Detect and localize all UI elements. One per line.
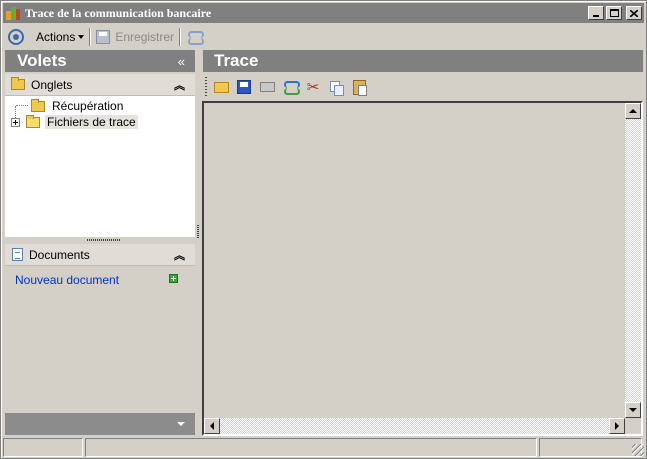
- copy-button[interactable]: [327, 78, 345, 96]
- arrow-down-icon: [629, 408, 637, 412]
- print-button[interactable]: [258, 78, 276, 96]
- folder-icon: [11, 77, 25, 90]
- paste-icon: [352, 79, 367, 96]
- left-pane-footer[interactable]: [5, 413, 195, 435]
- cut-icon: ✂: [306, 78, 320, 96]
- scroll-up-button[interactable]: [625, 103, 641, 119]
- app-icon: [5, 5, 21, 21]
- cut-button[interactable]: ✂: [304, 78, 322, 96]
- left-pane-title: Volets: [17, 51, 67, 70]
- main-toolbar: Actions Enregistrer: [3, 25, 644, 48]
- save-button[interactable]: Enregistrer: [96, 29, 175, 44]
- app-window: Trace de la communication bancaire Actio…: [0, 0, 647, 459]
- vertical-splitter[interactable]: [197, 225, 199, 239]
- arrow-left-icon: [210, 422, 214, 430]
- scroll-left-button[interactable]: [204, 418, 220, 434]
- folder-icon: [31, 98, 45, 112]
- add-document-icon[interactable]: [169, 274, 178, 283]
- vertical-scrollbar[interactable]: [625, 103, 641, 418]
- app-menu-icon[interactable]: [8, 28, 24, 45]
- minimize-button[interactable]: [588, 6, 604, 20]
- arrow-right-icon: [615, 422, 619, 430]
- maximize-icon: [609, 9, 619, 17]
- scrollbar-corner: [625, 418, 641, 434]
- status-cell: [85, 438, 537, 457]
- documents-body: Nouveau document: [5, 268, 195, 411]
- right-pane-title: Trace: [214, 51, 259, 70]
- actions-menu-label: Actions: [36, 29, 76, 44]
- resize-grip[interactable]: [632, 444, 644, 456]
- tree-item-label: Récupération: [52, 99, 124, 113]
- window-title: Trace de la communication bancaire: [25, 5, 212, 20]
- tree-item-fichiers-de-trace[interactable]: Fichiers de trace: [11, 114, 138, 130]
- actions-menu-button[interactable]: Actions: [36, 29, 85, 44]
- chevron-down-icon: [78, 34, 85, 39]
- copy-icon: [330, 80, 344, 96]
- collapse-group-icon[interactable]: ︽: [174, 77, 185, 93]
- collapse-pane-icon[interactable]: «: [178, 54, 185, 69]
- refresh-button[interactable]: [281, 78, 300, 96]
- chevron-down-icon[interactable]: [177, 422, 185, 426]
- horizontal-splitter[interactable]: [5, 237, 195, 243]
- expand-icon[interactable]: [11, 117, 20, 127]
- title-bar[interactable]: Trace de la communication bancaire: [3, 3, 644, 23]
- onglets-label: Onglets: [31, 77, 73, 92]
- paste-button[interactable]: [350, 78, 368, 96]
- close-button[interactable]: [626, 6, 642, 20]
- open-button[interactable]: [212, 78, 230, 96]
- status-bar: [3, 438, 644, 457]
- open-folder-icon: [213, 81, 229, 93]
- toolbar-grip[interactable]: [205, 77, 207, 97]
- maximize-button[interactable]: [606, 6, 622, 20]
- close-icon: [630, 9, 638, 17]
- refresh-icon[interactable]: [186, 29, 205, 45]
- arrow-up-icon: [629, 109, 637, 113]
- horizontal-scrollbar[interactable]: [204, 418, 625, 434]
- tree-item-recuperation[interactable]: Récupération: [25, 98, 125, 114]
- left-pane-header: Volets «: [5, 50, 195, 72]
- trace-toolbar: ✂: [203, 74, 643, 100]
- refresh-icon: [283, 80, 300, 95]
- new-document-link[interactable]: Nouveau document: [15, 273, 119, 287]
- scroll-down-button[interactable]: [625, 402, 641, 418]
- save-label: Enregistrer: [115, 29, 175, 44]
- scroll-right-button[interactable]: [609, 418, 625, 434]
- save-trace-button[interactable]: [235, 78, 253, 96]
- open-folder-icon: [26, 114, 40, 128]
- status-cell: [3, 438, 83, 457]
- minimize-icon: [593, 15, 599, 17]
- documents-label: Documents: [29, 247, 90, 262]
- tree-item-label: Fichiers de trace: [45, 115, 138, 129]
- save-icon: [96, 29, 111, 44]
- documents-group-header[interactable]: Documents ︽: [5, 244, 195, 266]
- print-icon: [259, 82, 275, 92]
- splitter-grip[interactable]: [87, 239, 121, 241]
- onglets-tree: Récupération Fichiers de trace: [5, 96, 195, 237]
- toolbar-separator: [179, 27, 182, 46]
- document-icon: [12, 248, 23, 261]
- save-icon: [237, 80, 251, 94]
- trace-content-area[interactable]: [202, 101, 643, 436]
- collapse-group-icon[interactable]: ︽: [174, 247, 185, 263]
- right-pane-header: Trace: [203, 50, 643, 72]
- toolbar-separator: [89, 27, 92, 46]
- status-cell: [539, 438, 642, 457]
- onglets-group-header[interactable]: Onglets ︽: [5, 74, 195, 96]
